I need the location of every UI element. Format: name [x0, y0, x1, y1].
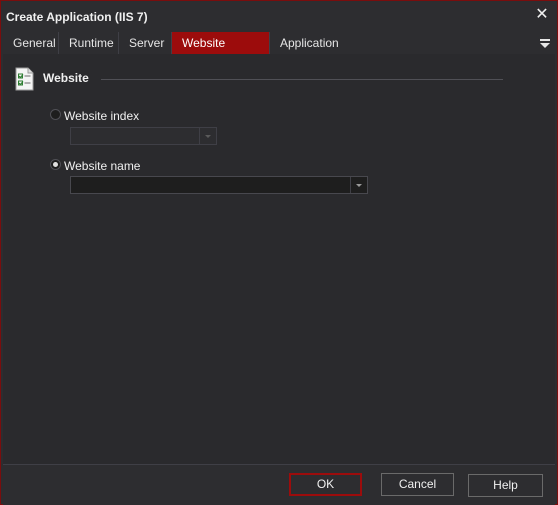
checklist-document-icon — [15, 67, 34, 91]
tab-runtime[interactable]: Runtime — [59, 32, 119, 54]
tab-menu-icon[interactable] — [539, 36, 551, 50]
tab-general[interactable]: General — [3, 32, 59, 54]
website-name-combo[interactable] — [70, 176, 368, 194]
ok-button[interactable]: OK — [289, 473, 362, 496]
website-index-combo[interactable] — [70, 127, 217, 145]
tab-content: Website Website index Website name — [3, 54, 555, 464]
website-index-label[interactable]: Website index — [64, 109, 139, 123]
close-icon[interactable]: ✕ — [535, 7, 549, 23]
chevron-down-icon[interactable] — [350, 177, 367, 193]
tab-website-options[interactable]: Website Options — [172, 32, 270, 72]
dialog-window: Create Application (IIS 7) ✕ General Run… — [0, 0, 558, 505]
window-title: Create Application (IIS 7) — [6, 10, 148, 24]
website-name-label[interactable]: Website name — [64, 159, 140, 173]
website-name-radio[interactable] — [50, 159, 61, 170]
title-bar: Create Application (IIS 7) ✕ — [1, 1, 557, 32]
help-button[interactable]: Help — [468, 474, 543, 497]
tab-server[interactable]: Server — [119, 32, 172, 54]
section-divider — [101, 79, 503, 80]
cancel-button[interactable]: Cancel — [381, 473, 454, 496]
tab-strip: General Runtime Server Website Options A… — [3, 32, 555, 72]
tab-application-options[interactable]: Application Options — [270, 32, 386, 72]
button-bar: OK Cancel Help — [3, 464, 555, 505]
section-title: Website — [43, 71, 89, 85]
chevron-down-icon[interactable] — [199, 128, 216, 144]
website-index-radio[interactable] — [50, 109, 61, 120]
